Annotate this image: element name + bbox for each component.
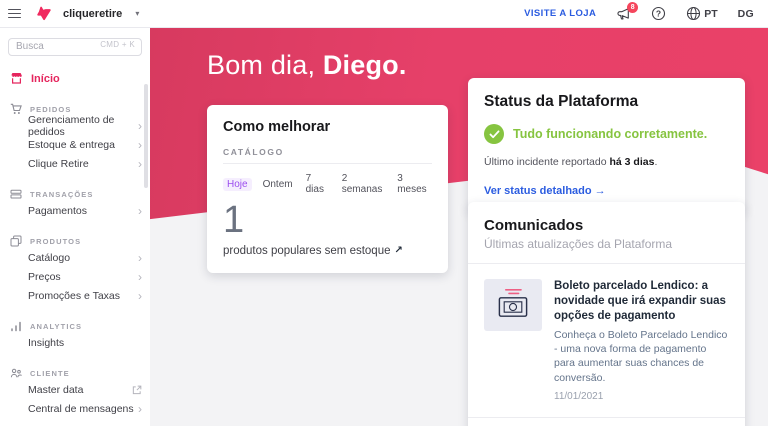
transactions-icon: [10, 188, 22, 200]
status-ok-message: Tudo funcionando corretamente.: [513, 127, 707, 141]
announcements-header: Comunicados Últimas atualizações da Plat…: [468, 202, 745, 263]
sidebar-item-gerenciamento-de-pedidos[interactable]: Gerenciamento de pedidos ›: [0, 117, 150, 136]
tab-2-semanas[interactable]: 2 semanas: [340, 172, 386, 196]
chevron-right-icon: ›: [138, 271, 142, 283]
tab-7-dias[interactable]: 7 dias: [304, 172, 331, 196]
announcements-card: Comunicados Últimas atualizações da Plat…: [468, 202, 745, 426]
analytics-bars-icon: [10, 320, 22, 332]
announcement-body: Boleto parcelado Lendico: a novidade que…: [554, 279, 729, 402]
period-tabs: Hoje Ontem 7 dias 2 semanas 3 meses: [223, 172, 432, 196]
sidebar-section-cliente: CLIENTE: [0, 366, 150, 381]
improve-card-title: Como melhorar: [223, 119, 432, 135]
money-icon: [484, 279, 542, 331]
app-window: cliqueretire ▾ VISITE A LOJA 8 ?: [0, 0, 768, 426]
sidebar-search: CMD + K: [8, 36, 142, 56]
chevron-right-icon: ›: [138, 403, 142, 415]
topbar: cliqueretire ▾ VISITE A LOJA 8 ?: [0, 0, 768, 28]
improve-card: Como melhorar CATÁLOGO Hoje Ontem 7 dias…: [207, 105, 448, 273]
status-card-title: Status da Plataforma: [484, 93, 729, 111]
sidebar-item-pagamentos[interactable]: Pagamentos ›: [0, 202, 150, 221]
announcement-title: Boleto parcelado Lendico: a novidade que…: [554, 279, 729, 325]
announcement-description: Conheça o Boleto Parcelado Lendico - uma…: [554, 328, 729, 386]
sidebar-item-insights[interactable]: Insights: [0, 334, 150, 353]
last-incident-text: Último incidente reportado há 3 dias.: [484, 156, 729, 168]
sidebar-item-label: Início: [31, 73, 60, 85]
customers-icon: [10, 367, 22, 379]
sidebar-section-transacoes: TRANSAÇÕES: [0, 187, 150, 202]
announcements-megaphone-icon[interactable]: 8: [616, 7, 631, 21]
sidebar: CMD + K Início PEDIDOS Gerenciamento de …: [0, 28, 150, 426]
sidebar-scrollbar[interactable]: [144, 84, 148, 188]
metric-link[interactable]: produtos populares sem estoque ↗: [223, 245, 432, 257]
tab-3-meses[interactable]: 3 meses: [395, 172, 432, 196]
status-detail-link[interactable]: Ver status detalhado →: [484, 185, 606, 197]
announcement-date: 11/01/2021: [554, 391, 729, 402]
chevron-right-icon: ›: [138, 139, 142, 151]
metric-value: 1: [223, 200, 432, 242]
topbar-right: VISITE A LOJA 8 ? PT: [524, 6, 754, 21]
sidebar-item-precos[interactable]: Preços ›: [0, 268, 150, 287]
announcements-title: Comunicados: [484, 217, 729, 234]
sidebar-item-central-de-mensagens[interactable]: Central de mensagens ›: [0, 400, 150, 419]
storefront-icon: [10, 72, 23, 85]
main-content: Bom dia, Diego. Como melhorar CATÁLOGO H…: [150, 28, 768, 426]
store-caret-down-icon[interactable]: ▾: [135, 9, 139, 18]
catalog-section-label: CATÁLOGO: [223, 147, 432, 164]
status-ok-row: Tudo funcionando corretamente.: [484, 124, 729, 144]
notification-badge: 8: [627, 2, 638, 13]
sidebar-section-analytics: ANALYTICS: [0, 319, 150, 334]
search-shortcut-hint: CMD + K: [100, 40, 135, 49]
platform-status-card: Status da Plataforma Tudo funcionando co…: [468, 78, 745, 213]
chevron-right-icon: ›: [138, 252, 142, 264]
store-name[interactable]: cliqueretire: [63, 8, 122, 20]
tab-ontem[interactable]: Ontem: [261, 178, 295, 191]
user-avatar[interactable]: DG: [738, 8, 754, 20]
external-link-icon: [132, 385, 142, 395]
visit-store-link[interactable]: VISITE A LOJA: [524, 8, 596, 19]
announcement-item-afiliacoes[interactable]: Afiliações com split nativo e alteração …: [468, 418, 745, 426]
svg-text:?: ?: [656, 8, 661, 18]
greeting-name: Diego.: [323, 50, 407, 80]
cart-icon: [10, 103, 22, 115]
sidebar-item-estoque-entrega[interactable]: Estoque & entrega ›: [0, 136, 150, 155]
arrow-up-right-icon: ↗: [395, 245, 403, 256]
chevron-right-icon: ›: [138, 120, 142, 132]
announcement-item-boleto[interactable]: Boleto parcelado Lendico: a novidade que…: [468, 264, 745, 417]
sidebar-item-promocoes-taxas[interactable]: Promoções e Taxas ›: [0, 287, 150, 306]
greeting: Bom dia, Diego.: [207, 50, 407, 81]
products-icon: [10, 235, 22, 247]
announcements-subtitle: Últimas atualizações da Plataforma: [484, 237, 729, 251]
sidebar-item-catalogo[interactable]: Catálogo ›: [0, 249, 150, 268]
language-label: PT: [704, 8, 717, 20]
sidebar-item-clique-retire[interactable]: Clique Retire ›: [0, 155, 150, 174]
sidebar-item-master-data[interactable]: Master data: [0, 381, 150, 400]
sidebar-section-produtos: PRODUTOS: [0, 234, 150, 249]
globe-icon: [686, 6, 701, 21]
language-selector[interactable]: PT: [686, 6, 717, 21]
chevron-right-icon: ›: [138, 205, 142, 217]
vtex-logo-icon[interactable]: [36, 6, 52, 21]
tab-hoje[interactable]: Hoje: [223, 178, 252, 191]
help-icon[interactable]: ?: [651, 6, 666, 21]
topbar-left: cliqueretire ▾: [8, 6, 139, 21]
check-icon: [484, 124, 504, 144]
sidebar-item-inicio[interactable]: Início: [0, 69, 150, 89]
hamburger-menu-icon[interactable]: [8, 7, 21, 21]
chevron-right-icon: ›: [138, 158, 142, 170]
greeting-light: Bom dia,: [207, 50, 315, 80]
chevron-right-icon: ›: [138, 290, 142, 302]
